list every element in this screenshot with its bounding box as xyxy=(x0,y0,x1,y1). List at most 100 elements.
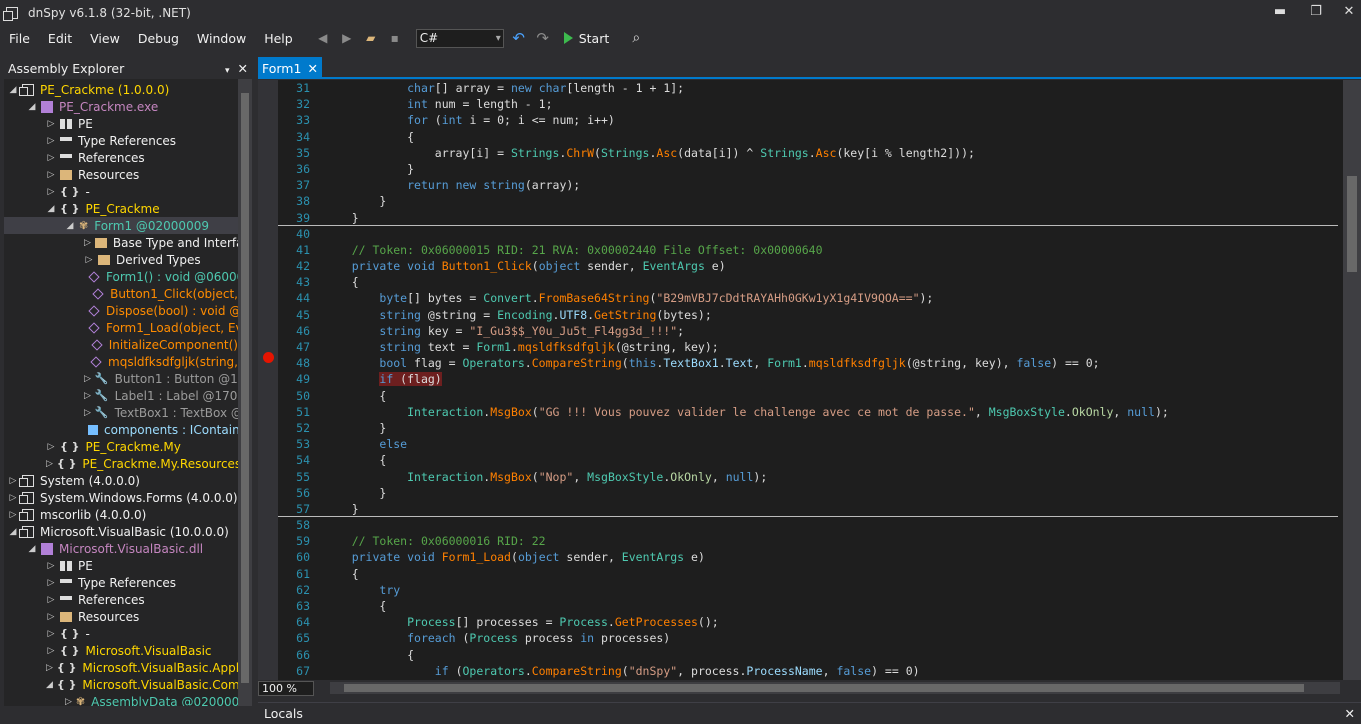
code-line[interactable]: 49 if (flag) xyxy=(278,371,1338,387)
code-line[interactable]: 41 // Token: 0x06000015 RID: 21 RVA: 0x0… xyxy=(278,242,1338,258)
tree-item[interactable]: ◢ Microsoft.VisualBasic.dll xyxy=(4,540,238,557)
code-line[interactable]: 62 try xyxy=(278,582,1338,598)
start-button[interactable]: Start xyxy=(563,31,609,46)
tree-item[interactable]: ▷ ✾ AssemblyData @0200008 xyxy=(4,693,238,707)
tree-item[interactable]: ▷ Type References xyxy=(4,574,238,591)
tree-item[interactable]: ▷ PE xyxy=(4,115,238,132)
breakpoint-margin[interactable] xyxy=(258,80,278,680)
tree-item[interactable]: Form1() : void @06000 xyxy=(4,268,238,285)
expander-icon[interactable]: ▷ xyxy=(46,170,56,180)
code-line[interactable]: 37 return new string(array); xyxy=(278,177,1338,193)
code-line[interactable]: 46 string key = "I_Gu3$$_Y0u_Ju5t_Fl4gg3… xyxy=(278,323,1338,339)
code-line[interactable]: 35 array[i] = Strings.ChrW(Strings.Asc(d… xyxy=(278,145,1338,161)
code-line[interactable]: 45 string @string = Encoding.UTF8.GetStr… xyxy=(278,307,1338,323)
code-line[interactable]: 42 private void Button1_Click(object sen… xyxy=(278,258,1338,274)
tree-item[interactable]: ▷🔧 Label1 : Label @170000 xyxy=(4,387,238,404)
expander-icon[interactable]: ◢ xyxy=(27,544,37,554)
expander-icon[interactable]: ▷ xyxy=(46,612,56,622)
redo-icon[interactable]: ↷ xyxy=(534,29,552,47)
code-view[interactable]: 31 char[] array = new char[length - 1 + … xyxy=(278,80,1338,680)
tree-item[interactable]: ◢ { } PE_Crackme xyxy=(4,200,238,217)
close-panel-icon[interactable]: ✕ xyxy=(238,61,248,76)
code-line[interactable]: 31 char[] array = new char[length - 1 + … xyxy=(278,80,1338,96)
code-line[interactable]: 39 } xyxy=(278,210,1338,226)
code-line[interactable]: 63 { xyxy=(278,598,1338,614)
tree-item[interactable]: ▷{ } Microsoft.VisualBasic.Applica xyxy=(4,659,238,676)
menu-file[interactable]: File xyxy=(0,31,39,46)
tree-item[interactable]: ◢ PE_Crackme.exe xyxy=(4,98,238,115)
tree-item[interactable]: ▷ Type References xyxy=(4,132,238,149)
tree-item[interactable]: ▷ { } - xyxy=(4,625,238,642)
tree-scrollbar[interactable] xyxy=(238,79,252,706)
expander-icon[interactable]: ▷ xyxy=(46,595,56,605)
expander-icon[interactable]: ▷ xyxy=(46,629,56,639)
tree-item[interactable]: ▷ Resources xyxy=(4,166,238,183)
expander-icon[interactable]: ▷ xyxy=(46,646,56,656)
tree-item[interactable]: ▷ System (4.0.0.0) xyxy=(4,472,238,489)
expander-icon[interactable]: ▷ xyxy=(46,153,56,163)
close-window-button[interactable]: ✕ xyxy=(1330,0,1361,25)
tree-item[interactable]: ◢{ } Microsoft.VisualBasic.Compil xyxy=(4,676,238,693)
expander-icon[interactable]: ◢ xyxy=(65,221,75,231)
code-line[interactable]: 55 Interaction.MsgBox("Nop", MsgBoxStyle… xyxy=(278,469,1338,485)
expander-icon[interactable]: ▷ xyxy=(8,510,18,520)
code-line[interactable]: 36 } xyxy=(278,161,1338,177)
code-line[interactable]: 51 Interaction.MsgBox("GG !!! Vous pouve… xyxy=(278,404,1338,420)
editor-hscrollbar[interactable] xyxy=(330,682,1340,694)
language-select[interactable]: C# xyxy=(415,28,504,48)
tree-item[interactable]: Form1_Load(object, Ev xyxy=(4,319,238,336)
tree-item[interactable]: ▷ PE xyxy=(4,557,238,574)
tree-item[interactable]: ▷ Resources xyxy=(4,608,238,625)
code-line[interactable]: 65 foreach (Process process in processes… xyxy=(278,630,1338,646)
expander-icon[interactable]: ▷ xyxy=(8,476,18,486)
expander-icon[interactable]: ▷ xyxy=(46,442,56,452)
close-tab-icon[interactable]: ✕ xyxy=(308,61,318,76)
code-line[interactable]: 47 string text = Form1.mqsldfksdfgljk(@s… xyxy=(278,339,1338,355)
expander-icon[interactable]: ▷ xyxy=(46,663,53,673)
code-line[interactable]: 61 { xyxy=(278,566,1338,582)
expander-icon[interactable]: ◢ xyxy=(27,102,37,112)
search-icon[interactable]: ⌕ xyxy=(627,29,645,47)
editor-hscroll-thumb[interactable] xyxy=(344,684,1304,692)
assembly-tree[interactable]: ◢ PE_Crackme (1.0.0.0) ◢ PE_Crackme.exe ▷ PE ▷… xyxy=(4,81,238,706)
code-line[interactable]: 57 } xyxy=(278,501,1338,518)
code-line[interactable]: 56 } xyxy=(278,485,1338,501)
open-folder-icon[interactable]: ▰ xyxy=(362,29,380,47)
expander-icon[interactable]: ◢ xyxy=(46,680,53,690)
tree-item[interactable]: ◢ ✾ Form1 @02000009 xyxy=(4,217,238,234)
code-line[interactable]: 53 else xyxy=(278,436,1338,452)
tree-item[interactable]: ▷ { } Microsoft.VisualBasic xyxy=(4,642,238,659)
nav-forward-icon[interactable]: ▶ xyxy=(338,29,356,47)
tree-item[interactable]: ▷ References xyxy=(4,149,238,166)
tree-item[interactable]: mqsldfksdfgljk(string, xyxy=(4,353,238,370)
tree-item[interactable]: ▷ mscorlib (4.0.0.0) xyxy=(4,506,238,523)
menu-help[interactable]: Help xyxy=(255,31,302,46)
code-line[interactable]: 48 bool flag = Operators.CompareString(t… xyxy=(278,355,1338,371)
menu-edit[interactable]: Edit xyxy=(39,31,81,46)
code-line[interactable]: 40 xyxy=(278,226,1338,242)
expander-icon[interactable]: ▷ xyxy=(46,459,53,469)
expander-icon[interactable]: ▷ xyxy=(8,493,18,503)
minimize-button[interactable]: ▬ xyxy=(1261,0,1299,25)
expander-icon[interactable]: ▷ xyxy=(84,391,91,401)
menu-view[interactable]: View xyxy=(81,31,129,46)
tab-form1[interactable]: Form1 ✕ xyxy=(258,57,322,79)
expander-icon[interactable]: ▷ xyxy=(46,578,56,588)
tree-item[interactable]: ▷ System.Windows.Forms (4.0.0.0) xyxy=(4,489,238,506)
code-line[interactable]: 44 byte[] bytes = Convert.FromBase64Stri… xyxy=(278,290,1338,306)
tree-item[interactable]: ▷🔧 Button1 : Button @170 xyxy=(4,370,238,387)
expander-icon[interactable]: ◢ xyxy=(8,85,18,95)
tree-item[interactable]: InitializeComponent() xyxy=(4,336,238,353)
editor-scrollbar[interactable] xyxy=(1343,80,1361,680)
code-line[interactable]: 60 private void Form1_Load(object sender… xyxy=(278,549,1338,565)
expander-icon[interactable]: ▷ xyxy=(65,697,72,707)
code-line[interactable]: 54 { xyxy=(278,452,1338,468)
code-editor[interactable]: 31 char[] array = new char[length - 1 + … xyxy=(258,80,1361,680)
panel-menu-icon[interactable]: ▾ xyxy=(225,66,230,76)
expander-icon[interactable]: ▷ xyxy=(46,136,56,146)
tree-item[interactable]: ▷ { } PE_Crackme.My xyxy=(4,438,238,455)
tree-scroll-thumb[interactable] xyxy=(241,93,249,683)
menu-window[interactable]: Window xyxy=(188,31,255,46)
open-list-icon[interactable]: ▪ xyxy=(386,29,404,47)
expander-icon[interactable]: ▷ xyxy=(46,187,56,197)
